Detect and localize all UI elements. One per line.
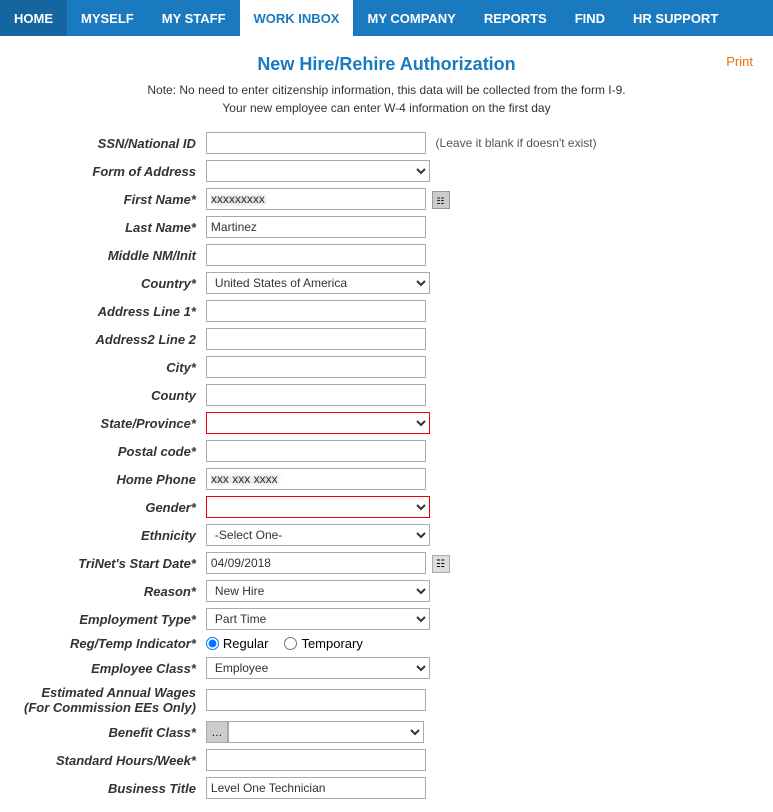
- last-name-row: Last Name*: [20, 213, 753, 241]
- home-phone-label: Home Phone: [20, 465, 204, 493]
- benefit-class-label: Benefit Class*: [20, 718, 204, 746]
- ssn-label: SSN/National ID: [20, 129, 204, 157]
- nav-find[interactable]: FIND: [561, 0, 619, 36]
- temporary-radio-label[interactable]: Temporary: [284, 636, 362, 651]
- home-phone-input[interactable]: [206, 468, 426, 490]
- employee-class-label: Employee Class*: [20, 654, 204, 682]
- reg-temp-label: Reg/Temp Indicator*: [20, 633, 204, 654]
- gender-select[interactable]: Male Female: [206, 496, 430, 518]
- address2-input[interactable]: [206, 328, 426, 350]
- country-select[interactable]: United States of America Canada: [206, 272, 430, 294]
- business-title-label: Business Title: [20, 774, 204, 802]
- employment-type-select[interactable]: Full Time Part Time: [206, 608, 430, 630]
- reg-temp-group: Regular Temporary: [206, 636, 749, 651]
- trinet-date-input[interactable]: [206, 552, 426, 574]
- est-wages-row: Estimated Annual Wages (For Commission E…: [20, 682, 753, 718]
- reason-select[interactable]: New Hire Rehire: [206, 580, 430, 602]
- last-name-input[interactable]: [206, 216, 426, 238]
- first-name-row: First Name* ☷: [20, 185, 753, 213]
- employee-class-row: Employee Class* Employee Contractor: [20, 654, 753, 682]
- gender-row: Gender* Male Female: [20, 493, 753, 521]
- nav-work-inbox[interactable]: WORK INBOX: [240, 0, 354, 36]
- county-input[interactable]: [206, 384, 426, 406]
- ethnicity-row: Ethnicity -Select One- Hispanic or Latin…: [20, 521, 753, 549]
- city-input[interactable]: [206, 356, 426, 378]
- benefit-class-select[interactable]: [228, 721, 424, 743]
- employment-type-row: Employment Type* Full Time Part Time: [20, 605, 753, 633]
- country-label: Country*: [20, 269, 204, 297]
- reason-row: Reason* New Hire Rehire: [20, 577, 753, 605]
- city-row: City*: [20, 353, 753, 381]
- state-label: State/Province*: [20, 409, 204, 437]
- state-row: State/Province* California Texas New Yor…: [20, 409, 753, 437]
- est-wages-label: Estimated Annual Wages (For Commission E…: [20, 682, 204, 718]
- address-book-icon[interactable]: ☷: [432, 191, 450, 209]
- country-row: Country* United States of America Canada: [20, 269, 753, 297]
- nav-home[interactable]: HOME: [0, 0, 67, 36]
- reg-temp-row: Reg/Temp Indicator* Regular Temporary: [20, 633, 753, 654]
- ssn-input[interactable]: [206, 132, 426, 154]
- standard-hours-label: Standard Hours/Week*: [20, 746, 204, 774]
- print-link[interactable]: Print: [726, 54, 753, 69]
- address1-input[interactable]: [206, 300, 426, 322]
- employee-class-select[interactable]: Employee Contractor: [206, 657, 430, 679]
- nav-my-company[interactable]: MY COMPANY: [353, 0, 469, 36]
- note-text: Note: No need to enter citizenship infor…: [20, 81, 753, 117]
- standard-hours-row: Standard Hours/Week*: [20, 746, 753, 774]
- temporary-label: Temporary: [301, 636, 362, 651]
- page-title: New Hire/Rehire Authorization: [257, 54, 515, 74]
- address1-label: Address Line 1*: [20, 297, 204, 325]
- last-name-label: Last Name*: [20, 213, 204, 241]
- middle-nm-row: Middle NM/Init: [20, 241, 753, 269]
- address1-row: Address Line 1*: [20, 297, 753, 325]
- benefit-class-row: Benefit Class* …: [20, 718, 753, 746]
- standard-hours-input[interactable]: [206, 749, 426, 771]
- temporary-radio[interactable]: [284, 637, 297, 650]
- regular-label: Regular: [223, 636, 269, 651]
- ethnicity-select[interactable]: -Select One- Hispanic or Latino White Bl…: [206, 524, 430, 546]
- first-name-input[interactable]: [206, 188, 426, 210]
- ssn-row: SSN/National ID (Leave it blank if doesn…: [20, 129, 753, 157]
- benefit-class-picker-btn[interactable]: …: [206, 721, 228, 743]
- middle-nm-label: Middle NM/Init: [20, 241, 204, 269]
- nav-hr-support[interactable]: HR SUPPORT: [619, 0, 732, 36]
- postal-input[interactable]: [206, 440, 426, 462]
- page-title-container: New Hire/Rehire Authorization Print: [20, 54, 753, 75]
- address2-label: Address2 Line 2: [20, 325, 204, 353]
- reason-label: Reason*: [20, 577, 204, 605]
- form-address-label: Form of Address: [20, 157, 204, 185]
- new-hire-form: SSN/National ID (Leave it blank if doesn…: [20, 129, 753, 802]
- postal-label: Postal code*: [20, 437, 204, 465]
- trinet-date-row: TriNet's Start Date* ☷: [20, 549, 753, 577]
- nav-my-staff[interactable]: MY STAFF: [148, 0, 240, 36]
- trinet-date-label: TriNet's Start Date*: [20, 549, 204, 577]
- middle-nm-input[interactable]: [206, 244, 426, 266]
- state-select[interactable]: California Texas New York Florida: [206, 412, 430, 434]
- business-title-input[interactable]: [206, 777, 426, 799]
- regular-radio[interactable]: [206, 637, 219, 650]
- business-title-row: Business Title: [20, 774, 753, 802]
- form-address-row: Form of Address Mr Ms Mrs Dr: [20, 157, 753, 185]
- address2-row: Address2 Line 2: [20, 325, 753, 353]
- county-label: County: [20, 381, 204, 409]
- gender-label: Gender*: [20, 493, 204, 521]
- postal-row: Postal code*: [20, 437, 753, 465]
- county-row: County: [20, 381, 753, 409]
- est-wages-input[interactable]: [206, 689, 426, 711]
- city-label: City*: [20, 353, 204, 381]
- ssn-hint: (Leave it blank if doesn't exist): [436, 136, 597, 150]
- calendar-icon[interactable]: ☷: [432, 555, 450, 573]
- first-name-label: First Name*: [20, 185, 204, 213]
- benefit-class-container: …: [206, 721, 749, 743]
- form-address-select[interactable]: Mr Ms Mrs Dr: [206, 160, 430, 182]
- nav-reports[interactable]: REPORTS: [470, 0, 561, 36]
- employment-type-label: Employment Type*: [20, 605, 204, 633]
- nav-myself[interactable]: MYSELF: [67, 0, 148, 36]
- regular-radio-label[interactable]: Regular: [206, 636, 269, 651]
- home-phone-row: Home Phone: [20, 465, 753, 493]
- navigation: HOME MYSELF MY STAFF WORK INBOX MY COMPA…: [0, 0, 773, 36]
- ethnicity-label: Ethnicity: [20, 521, 204, 549]
